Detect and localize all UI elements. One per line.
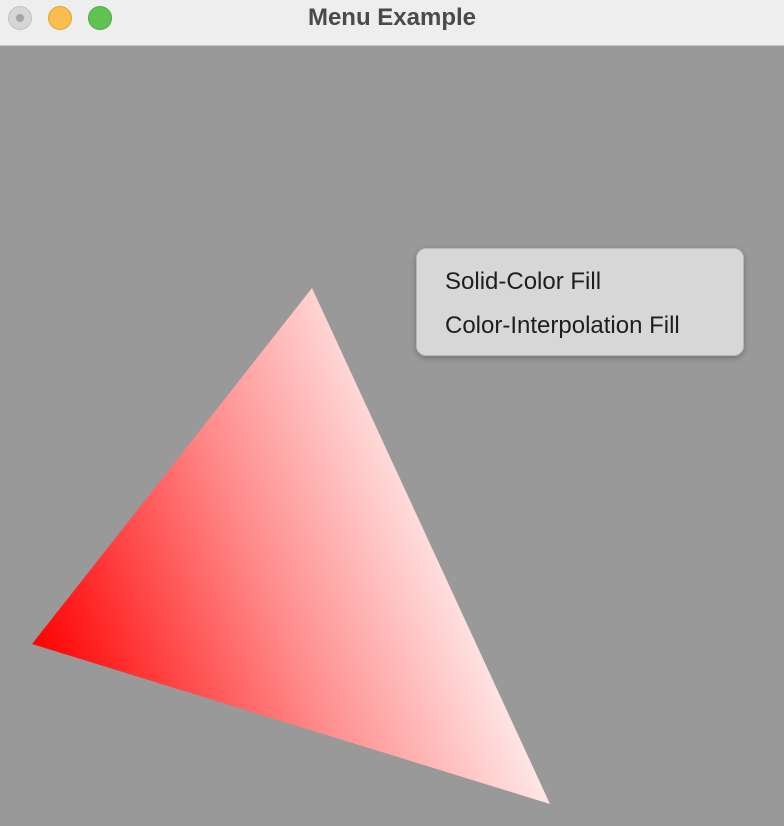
- interpolated-triangle: [32, 288, 550, 804]
- context-menu: Solid-Color Fill Color-Interpolation Fil…: [416, 248, 744, 356]
- menu-item-color-interpolation-fill[interactable]: Color-Interpolation Fill: [417, 307, 743, 351]
- drawing-canvas[interactable]: Solid-Color Fill Color-Interpolation Fil…: [0, 46, 784, 826]
- title-bar[interactable]: Menu Example: [0, 0, 784, 46]
- window-title: Menu Example: [307, 4, 477, 31]
- app-window: Menu Example Solid-Color Fill Color-Inte…: [0, 0, 784, 826]
- menu-item-solid-color-fill[interactable]: Solid-Color Fill: [417, 263, 743, 307]
- triangle-drawing: [32, 288, 550, 804]
